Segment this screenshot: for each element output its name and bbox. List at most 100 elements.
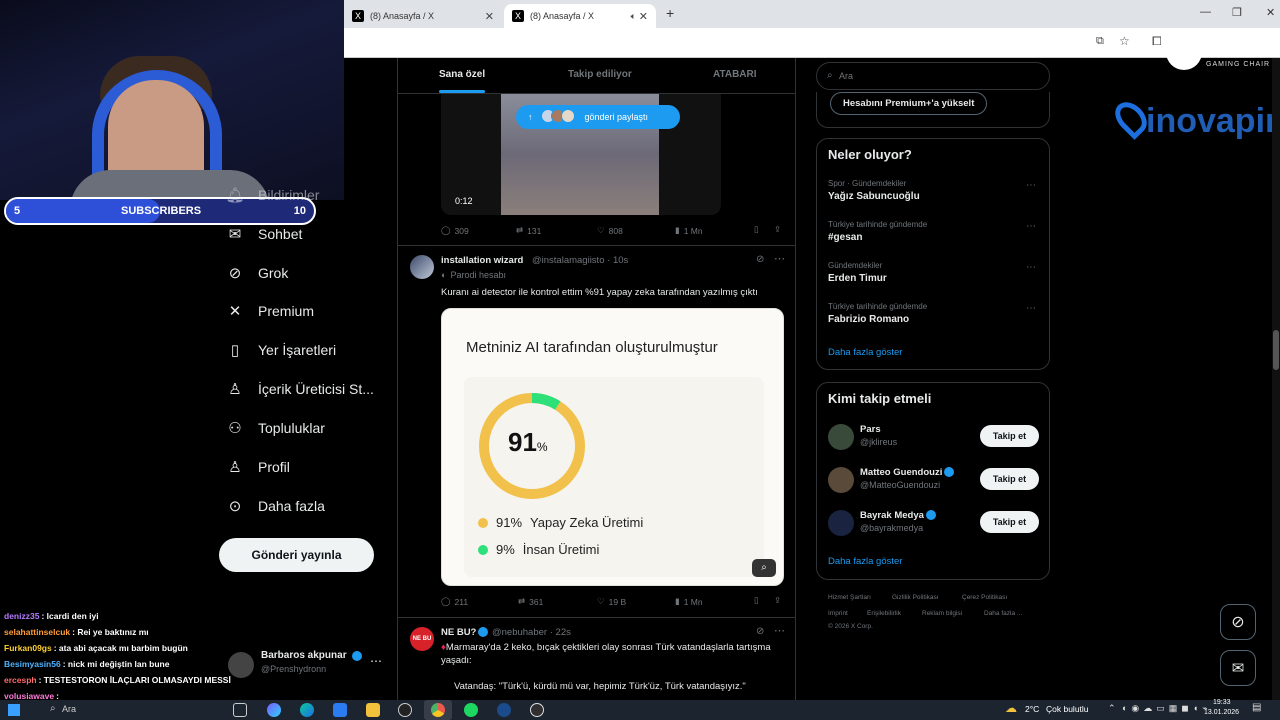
suggestion-name[interactable]: Pars bbox=[860, 424, 881, 435]
post-button[interactable]: Gönderi yayınla bbox=[219, 538, 374, 572]
minimize-icon[interactable]: — bbox=[1200, 6, 1211, 18]
suggestion-avatar[interactable] bbox=[828, 467, 854, 493]
xbox-icon[interactable] bbox=[398, 703, 412, 717]
suggestion-avatar[interactable] bbox=[828, 510, 854, 536]
sidebar-item[interactable]: ✉ Sohbet bbox=[226, 225, 303, 243]
extensions-icon[interactable]: ⧠ bbox=[1152, 34, 1162, 49]
close-icon[interactable]: ✕ bbox=[639, 10, 648, 23]
footer-link[interactable]: Erişilebilirlik bbox=[867, 610, 901, 617]
post-author-name[interactable]: NE BU? bbox=[441, 627, 489, 638]
clock-date[interactable]: 13.01.2026 bbox=[1204, 709, 1239, 716]
suggestion-name[interactable]: Matteo Guendouzi bbox=[860, 467, 955, 478]
more-options-icon[interactable]: ⋯ bbox=[774, 624, 785, 637]
scrollbar-thumb[interactable] bbox=[1273, 330, 1279, 370]
reply-button[interactable]: ◯ 309 bbox=[441, 225, 469, 236]
speaker-icon[interactable]: 🔈︎ bbox=[631, 11, 636, 22]
tab-atabari[interactable]: ATABARI bbox=[713, 69, 757, 80]
notification-icon[interactable]: ▤ bbox=[1252, 702, 1261, 713]
tab-for-you[interactable]: Sana özel bbox=[439, 69, 485, 80]
search-box[interactable]: ⌕ bbox=[816, 62, 1050, 90]
premium-upgrade-button[interactable]: Hesabını Premium+'a yükselt bbox=[830, 92, 988, 115]
close-icon[interactable]: ✕ bbox=[485, 10, 494, 23]
views-button[interactable]: ▮ 1 Mn bbox=[675, 596, 703, 607]
sidebar-item[interactable]: ⚇ Topluluklar bbox=[226, 419, 325, 437]
bookmark-icon[interactable]: ▯ bbox=[754, 595, 759, 606]
close-window-icon[interactable]: ✕ bbox=[1266, 6, 1275, 19]
image-expand-icon[interactable]: ⌕ bbox=[752, 559, 776, 577]
trends-show-more[interactable]: Daha fazla göster bbox=[828, 347, 902, 358]
like-button[interactable]: ♡ 808 bbox=[597, 225, 623, 236]
more-options-icon[interactable]: ⋯ bbox=[1026, 303, 1036, 314]
weather-temp[interactable]: 2°C bbox=[1025, 704, 1039, 714]
store-icon[interactable] bbox=[333, 703, 347, 717]
follow-button[interactable]: Takip et bbox=[980, 425, 1039, 447]
explorer-icon[interactable] bbox=[366, 703, 380, 717]
more-options-icon[interactable]: ⋯ bbox=[370, 654, 382, 668]
footer-link[interactable]: Hizmet Şartları bbox=[828, 594, 871, 601]
steam-icon[interactable] bbox=[497, 703, 511, 717]
sidebar-item[interactable]: ✕ Premium bbox=[226, 302, 314, 320]
grok-icon[interactable]: ⊘ bbox=[756, 254, 764, 265]
chat-username[interactable]: selahattinselcuk bbox=[4, 627, 70, 637]
install-icon[interactable]: ⧉ bbox=[1096, 35, 1104, 48]
weather-desc[interactable]: Çok bulutlu bbox=[1046, 704, 1089, 714]
grok-float-button[interactable]: ⊘ bbox=[1220, 604, 1256, 640]
repost-button[interactable]: ⇄ 361 bbox=[518, 596, 543, 607]
tray-chevron-icon[interactable]: ⌃ bbox=[1108, 703, 1116, 714]
post-author-name[interactable]: installation wizard bbox=[441, 255, 523, 266]
grok-icon[interactable]: ⊘ bbox=[756, 626, 764, 637]
new-tab-button[interactable]: + bbox=[666, 5, 674, 21]
sidebar-item[interactable]: 🔔︎ Bildirimler bbox=[225, 186, 319, 204]
task-view-icon[interactable] bbox=[233, 703, 247, 717]
browser-tab-active[interactable]: X (8) Anasayfa / X 🔈︎ ✕ bbox=[504, 4, 656, 28]
chat-username[interactable]: ercesph bbox=[4, 675, 37, 685]
more-options-icon[interactable]: ⋯ bbox=[1026, 221, 1036, 232]
post-image-card[interactable]: Metniniz AI tarafından oluşturulmuştur 9… bbox=[441, 308, 784, 586]
views-button[interactable]: ▮ 1 Mn bbox=[675, 225, 703, 236]
restore-icon[interactable]: ❐ bbox=[1232, 6, 1242, 19]
like-button[interactable]: ♡ 19 B bbox=[597, 596, 626, 607]
chat-username[interactable]: denizz35 bbox=[4, 611, 39, 621]
search-input[interactable] bbox=[839, 68, 1039, 84]
edge-icon[interactable] bbox=[300, 703, 314, 717]
more-options-icon[interactable]: ⋯ bbox=[774, 252, 785, 265]
address-bar[interactable]: ⧉ ☆ ⧠ bbox=[344, 28, 1280, 58]
spotify-icon[interactable] bbox=[464, 703, 478, 717]
windows-start-icon[interactable] bbox=[8, 704, 20, 716]
share-pill[interactable]: ↑ gönderi paylaştı bbox=[516, 105, 680, 129]
more-options-icon[interactable]: ⋯ bbox=[1026, 262, 1036, 273]
post-avatar[interactable] bbox=[410, 255, 434, 279]
share-icon[interactable]: ⇪ bbox=[774, 224, 781, 235]
repost-button[interactable]: ⇄ 131 bbox=[516, 225, 541, 236]
more-options-icon[interactable]: ⋯ bbox=[1026, 180, 1036, 191]
suggestion-name[interactable]: Bayrak Medya bbox=[860, 510, 936, 521]
bookmark-icon[interactable]: ▯ bbox=[754, 224, 759, 235]
reply-button[interactable]: ◯ 211 bbox=[441, 596, 468, 607]
copilot-icon[interactable] bbox=[267, 703, 281, 717]
sidebar-item[interactable]: ⊙ Daha fazla bbox=[226, 497, 325, 515]
sidebar-item[interactable]: ⊘ Grok bbox=[226, 264, 289, 282]
footer-link[interactable]: Daha fazla ... bbox=[984, 610, 1022, 617]
footer-link[interactable]: © 2026 X Corp. bbox=[828, 623, 873, 630]
footer-link[interactable]: Gizlilik Politikası bbox=[892, 594, 939, 601]
taskbar-search-label[interactable]: Ara bbox=[62, 704, 76, 714]
clock-time[interactable]: 19:33 bbox=[1213, 699, 1231, 706]
follow-button[interactable]: Takip et bbox=[980, 468, 1039, 490]
taskbar-search-icon[interactable]: ⌕ bbox=[50, 703, 56, 714]
footer-link[interactable]: Çerez Politikası bbox=[962, 594, 1007, 601]
suggestions-show-more[interactable]: Daha fazla göster bbox=[828, 556, 902, 567]
sidebar-item[interactable]: ♙ Profil bbox=[226, 458, 290, 476]
browser-tab[interactable]: X (8) Anasayfa / X ✕ bbox=[344, 4, 502, 28]
footer-link[interactable]: Reklam bilgisi bbox=[922, 610, 962, 617]
messages-float-button[interactable]: ✉ bbox=[1220, 650, 1256, 686]
sidebar-item[interactable]: ♙ İçerik Üreticisi St... bbox=[226, 380, 374, 398]
footer-link[interactable]: Imprint bbox=[828, 610, 848, 617]
post-avatar[interactable]: NE BU bbox=[410, 627, 434, 651]
sidebar-item[interactable]: ▯ Yer İşaretleri bbox=[226, 341, 336, 359]
tab-following[interactable]: Takip ediliyor bbox=[568, 69, 632, 80]
suggestion-avatar[interactable] bbox=[828, 424, 854, 450]
follow-button[interactable]: Takip et bbox=[980, 511, 1039, 533]
tray-icons[interactable]: ◐◉☁▭▦◼◖⌁ bbox=[1122, 703, 1212, 714]
chat-username[interactable]: Furkan09gs bbox=[4, 643, 52, 653]
chat-username[interactable]: Besimyasin56 bbox=[4, 659, 61, 669]
